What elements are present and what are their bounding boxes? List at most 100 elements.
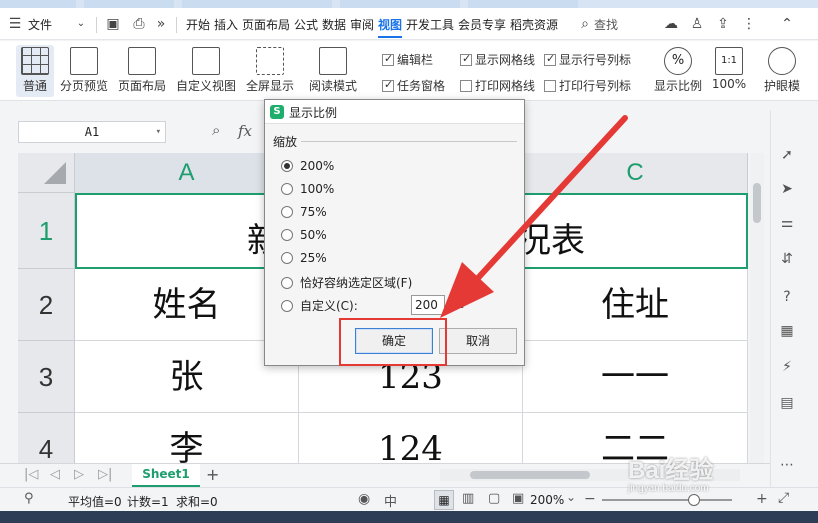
tab-review[interactable]: 审阅 (350, 16, 374, 33)
task-pane-check[interactable]: 任务窗格 (382, 77, 445, 94)
reading-view-icon[interactable]: ▣ (512, 491, 524, 506)
share-icon[interactable]: ⇪ (714, 15, 732, 33)
h-scroll-thumb[interactable] (470, 471, 590, 479)
page-layout-button[interactable]: 页面布局 (116, 45, 168, 97)
tab-page-layout[interactable]: 页面布局 (242, 16, 290, 33)
status-count: 计数=1 (127, 495, 169, 509)
radio-200[interactable]: 200% (281, 159, 334, 173)
cell-c2[interactable]: 住址 (523, 269, 748, 341)
fullscreen-icon (256, 47, 284, 75)
zoom-lens-icon[interactable]: ⌕ (212, 121, 220, 139)
filter-icon[interactable]: ⇵ (778, 250, 796, 268)
tab-data[interactable]: 数据 (322, 16, 346, 33)
cell-c3[interactable]: 一一 (523, 341, 748, 413)
one-to-one-icon: 1:1 (715, 47, 743, 75)
cursor-icon[interactable]: ➤ (778, 180, 796, 198)
radio-100[interactable]: 100% (281, 182, 334, 196)
help-icon[interactable]: ? (778, 288, 796, 306)
name-box[interactable]: A1 ▾ (18, 121, 166, 143)
scroll-thumb[interactable] (753, 183, 761, 223)
export-icon[interactable]: ⎙ (130, 15, 148, 33)
show-headers-check[interactable]: 显示行号列标 (544, 51, 631, 68)
eye-icon[interactable]: ◉ (358, 491, 370, 507)
fx-icon[interactable]: fx (238, 122, 252, 140)
normal-view-button[interactable]: 普通 (16, 45, 54, 97)
cell-b4[interactable]: 124 (299, 413, 523, 463)
zoom-slider[interactable] (602, 494, 732, 506)
book-icon[interactable]: ▤ (778, 394, 796, 412)
more-icon[interactable]: ⋯ (778, 456, 796, 474)
tab-docer[interactable]: 稻壳资源 (510, 16, 558, 33)
tab-view[interactable]: 视图 (378, 16, 403, 38)
row-header-3[interactable]: 3 (18, 341, 75, 413)
radio-fit-selection[interactable]: 恰好容纳选定区域(F) (281, 274, 412, 291)
zoom-in-icon[interactable]: + (756, 491, 768, 507)
page-break-preview-button[interactable]: 分页预览 (58, 45, 110, 97)
print-gridlines-check[interactable]: 打印网格线 (460, 77, 535, 94)
cell-a4[interactable]: 李 (75, 413, 299, 463)
normal-view-status-icon[interactable]: ▦ (434, 490, 454, 510)
sheet-tab-sheet1[interactable]: Sheet1 (132, 464, 200, 487)
eye-icon (768, 47, 796, 75)
row-header-4[interactable]: 4 (18, 413, 75, 463)
input-method-icon[interactable]: 中 (384, 491, 397, 510)
sliders-icon[interactable]: ⚌ (778, 214, 796, 232)
eye-protection-button[interactable]: 护眼模 (762, 45, 802, 97)
zoom-ratio-button[interactable]: % 显示比例 (650, 45, 706, 97)
select-all-corner[interactable] (18, 153, 75, 193)
hamburger-icon[interactable]: ☰ (6, 15, 24, 33)
reading-mode-button[interactable]: 阅读模式 (302, 45, 364, 97)
show-gridlines-check[interactable]: 显示网格线 (460, 51, 535, 68)
dialog-title-bar[interactable]: S 显示比例 (265, 100, 524, 124)
custom-view-button[interactable]: 自定义视图 (174, 45, 238, 97)
macro-icon[interactable]: ⚲ (24, 491, 34, 506)
zoom-slider-handle[interactable] (688, 494, 700, 506)
column-header-c[interactable]: C (523, 153, 748, 193)
page-view-icon[interactable]: ▥ (462, 491, 474, 506)
baidu-watermark: Bai经验 jingyan.baidu.com (628, 457, 714, 494)
chevron-down-icon[interactable]: ⌄ (72, 15, 90, 33)
save-icon[interactable]: ▣ (104, 15, 122, 33)
collapse-icon[interactable]: ⌃ (778, 15, 796, 33)
radio-25[interactable]: 25% (281, 251, 327, 265)
radio-custom[interactable]: 自定义(C): (281, 297, 358, 314)
chart-icon[interactable]: ▦ (778, 322, 796, 340)
radio-75[interactable]: 75% (281, 205, 327, 219)
user-icon[interactable]: ♙ (688, 15, 706, 33)
chevron-down-icon[interactable]: ⌄ (566, 490, 576, 504)
tab-start[interactable]: 开始 (186, 16, 210, 33)
tab-member[interactable]: 会员专享 (458, 16, 506, 33)
fullscreen-button[interactable]: 全屏显示 (244, 45, 296, 97)
more-icon[interactable]: ⋮ (740, 15, 758, 33)
zoom-out-icon[interactable]: − (584, 491, 596, 507)
cancel-button[interactable]: 取消 (439, 328, 517, 354)
next-sheet-icon[interactable]: ▷ (74, 467, 84, 482)
break-view-icon[interactable]: ▢ (488, 491, 500, 506)
tab-developer[interactable]: 开发工具 (406, 16, 454, 33)
wps-logo-icon: S (270, 105, 284, 119)
custom-zoom-input[interactable]: 200 (411, 295, 445, 315)
status-sum: 求和=0 (176, 495, 218, 509)
lightning-icon[interactable]: ⚡ (778, 358, 796, 376)
status-zoom[interactable]: 200% (530, 493, 564, 507)
zoom-100-button[interactable]: 1:1 100% (710, 45, 748, 97)
radio-50[interactable]: 50% (281, 228, 327, 242)
tab-insert[interactable]: 插入 (214, 16, 238, 33)
search-icon[interactable]: ⌕ (576, 15, 594, 33)
tab-formula[interactable]: 公式 (294, 16, 318, 33)
row-header-2[interactable]: 2 (18, 269, 75, 341)
row-header-1[interactable]: 1 (18, 193, 75, 269)
search-label[interactable]: 查找 (594, 16, 618, 33)
vertical-scrollbar[interactable] (750, 153, 764, 463)
rocket-icon[interactable]: ➚ (778, 146, 796, 164)
more-chevron-icon[interactable]: » (152, 15, 170, 33)
print-headers-check[interactable]: 打印行号列标 (544, 77, 631, 94)
add-sheet-button[interactable]: + (206, 465, 219, 484)
cloud-icon[interactable]: ☁ (662, 15, 680, 33)
first-sheet-icon[interactable]: |◁ (24, 467, 38, 482)
formula-bar-check[interactable]: 编辑栏 (382, 51, 433, 68)
fullscreen-icon[interactable]: ⤢ (778, 490, 789, 506)
prev-sheet-icon[interactable]: ◁ (50, 467, 60, 482)
last-sheet-icon[interactable]: ▷| (98, 467, 112, 482)
file-menu[interactable]: 文件 (28, 16, 52, 33)
